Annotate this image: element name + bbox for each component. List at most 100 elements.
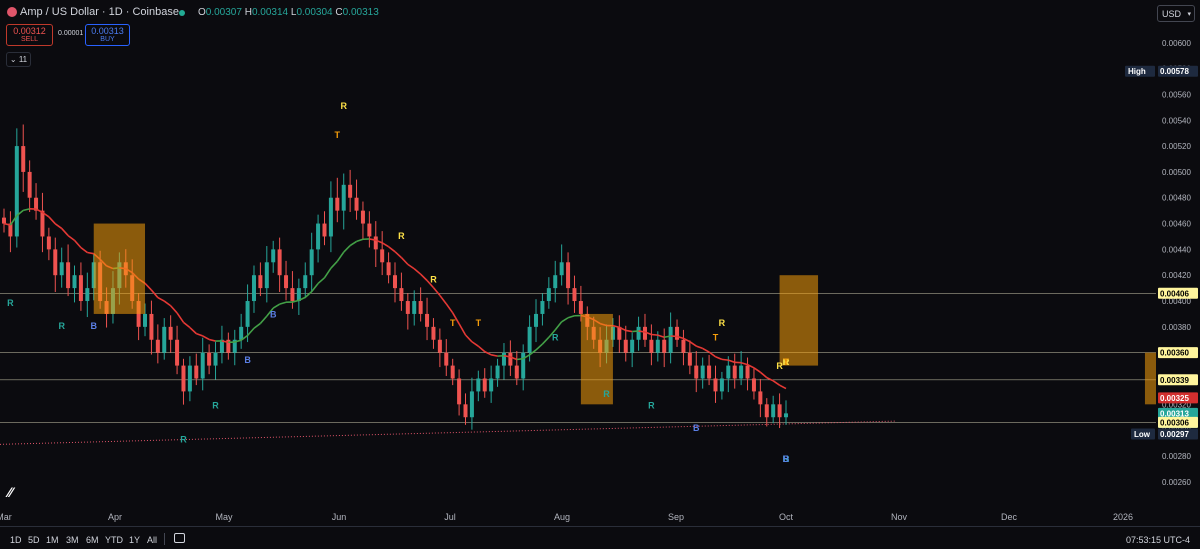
ma-segment [421, 274, 427, 280]
x-tick-label: Mar [0, 512, 12, 522]
tradingview-logo-icon[interactable]: ⁄⁄ [8, 484, 13, 500]
signal-label: T [713, 332, 719, 342]
candle [233, 330, 237, 365]
candle [162, 318, 166, 360]
volume-profile-box [94, 224, 145, 314]
candle [28, 160, 32, 212]
signal-label: R [180, 435, 187, 445]
candle [220, 326, 224, 364]
candle [34, 183, 38, 220]
signal-label: T [335, 130, 341, 140]
candle [669, 312, 673, 363]
price-badge-level: 0.00360 [1158, 347, 1198, 358]
signal-label: B [693, 423, 700, 433]
candle [329, 181, 333, 252]
ma-segment [715, 357, 721, 360]
range-1y-button[interactable]: 1Y [129, 535, 140, 545]
y-tick-label: 0.00280 [1162, 452, 1191, 461]
signal-label: R [398, 231, 405, 241]
signal-label: R [648, 400, 655, 410]
candle [630, 333, 634, 367]
candle [66, 244, 70, 296]
ma-segment [183, 322, 189, 327]
calendar-icon[interactable] [174, 533, 185, 543]
candle [310, 233, 314, 292]
signal-label: B [783, 454, 790, 464]
candle [214, 342, 218, 380]
candle [746, 358, 750, 391]
candle [201, 338, 205, 391]
ma-segment [754, 368, 760, 372]
symbol-title[interactable]: Amp / US Dollar · 1D · Coinbase [20, 6, 179, 18]
signal-label: B [90, 321, 97, 331]
range-3m-button[interactable]: 3M [66, 535, 79, 545]
candle [637, 317, 641, 351]
x-tick-label: Aug [554, 512, 570, 522]
ma-segment [164, 301, 170, 306]
candle [694, 351, 698, 392]
ma-segment [690, 342, 696, 346]
svg-text:0.00306: 0.00306 [1160, 418, 1189, 427]
candle [771, 396, 775, 423]
candle [707, 355, 711, 385]
range-ytd-button[interactable]: YTD [105, 535, 123, 545]
price-chart[interactable]: RBRRBBRTRRRTTRRRBTRRRRRTRTRRBTRBMarAprMa… [0, 26, 1156, 526]
candle [470, 378, 474, 430]
range-1d-button[interactable]: 1D [10, 535, 22, 545]
price-scale[interactable]: 0.006000.005800.005600.005400.005200.005… [1156, 26, 1200, 526]
ma-segment [318, 278, 324, 284]
candle [617, 315, 621, 352]
candle [2, 209, 6, 233]
clock[interactable]: 07:53:15 UTC-4 [1126, 535, 1190, 545]
ma-segment [145, 283, 151, 290]
y-tick-label: 0.00420 [1162, 271, 1191, 280]
range-5d-button[interactable]: 5D [28, 535, 40, 545]
ma-segment [478, 346, 484, 351]
candle [188, 356, 192, 401]
range-bar: 07:53:15 UTC-4 1D 5D 1M 3M 6M YTD 1Y All [0, 526, 1200, 549]
candle [252, 266, 256, 313]
candle [540, 293, 544, 325]
x-tick-label: May [215, 512, 233, 522]
signal-label: R [7, 298, 14, 308]
candle [47, 228, 51, 260]
ma-segment [555, 322, 561, 330]
currency-selector[interactable]: USD▾ [1157, 5, 1195, 22]
candle [726, 356, 730, 392]
range-all-button[interactable]: All [147, 535, 157, 545]
y-tick-label: 0.00460 [1162, 220, 1191, 229]
ma-segment [260, 316, 266, 323]
range-1m-button[interactable]: 1M [46, 535, 59, 545]
candle [566, 252, 570, 304]
candle [662, 329, 666, 368]
candle [521, 344, 525, 390]
price-badge-level: 0.00339 [1158, 374, 1198, 385]
candle [342, 174, 346, 230]
ma-segment [312, 283, 318, 291]
ma-segment [491, 355, 497, 356]
candle [431, 318, 435, 349]
ma-segment [23, 209, 29, 211]
candle [361, 202, 365, 240]
ma-segment [68, 236, 74, 241]
market-status-icon [179, 10, 185, 16]
ma-segment [472, 342, 478, 346]
badge-tag-label: Low [1134, 430, 1151, 439]
ma-segment [433, 288, 439, 296]
candle [156, 324, 160, 363]
signal-label: B [270, 310, 277, 320]
candle [572, 276, 576, 313]
candle [149, 301, 153, 355]
ma-segment [350, 241, 356, 245]
signal-label: R [212, 400, 219, 410]
ma-segment [357, 239, 363, 241]
y-tick-label: 0.00480 [1162, 194, 1191, 203]
candle [265, 246, 269, 302]
candle [355, 180, 359, 220]
ma-segment [728, 360, 734, 362]
ma-segment [273, 304, 279, 308]
range-6m-button[interactable]: 6M [86, 535, 99, 545]
volume-profile-box [1145, 353, 1156, 405]
svg-text:0.00325: 0.00325 [1160, 394, 1189, 403]
candle [169, 315, 173, 352]
